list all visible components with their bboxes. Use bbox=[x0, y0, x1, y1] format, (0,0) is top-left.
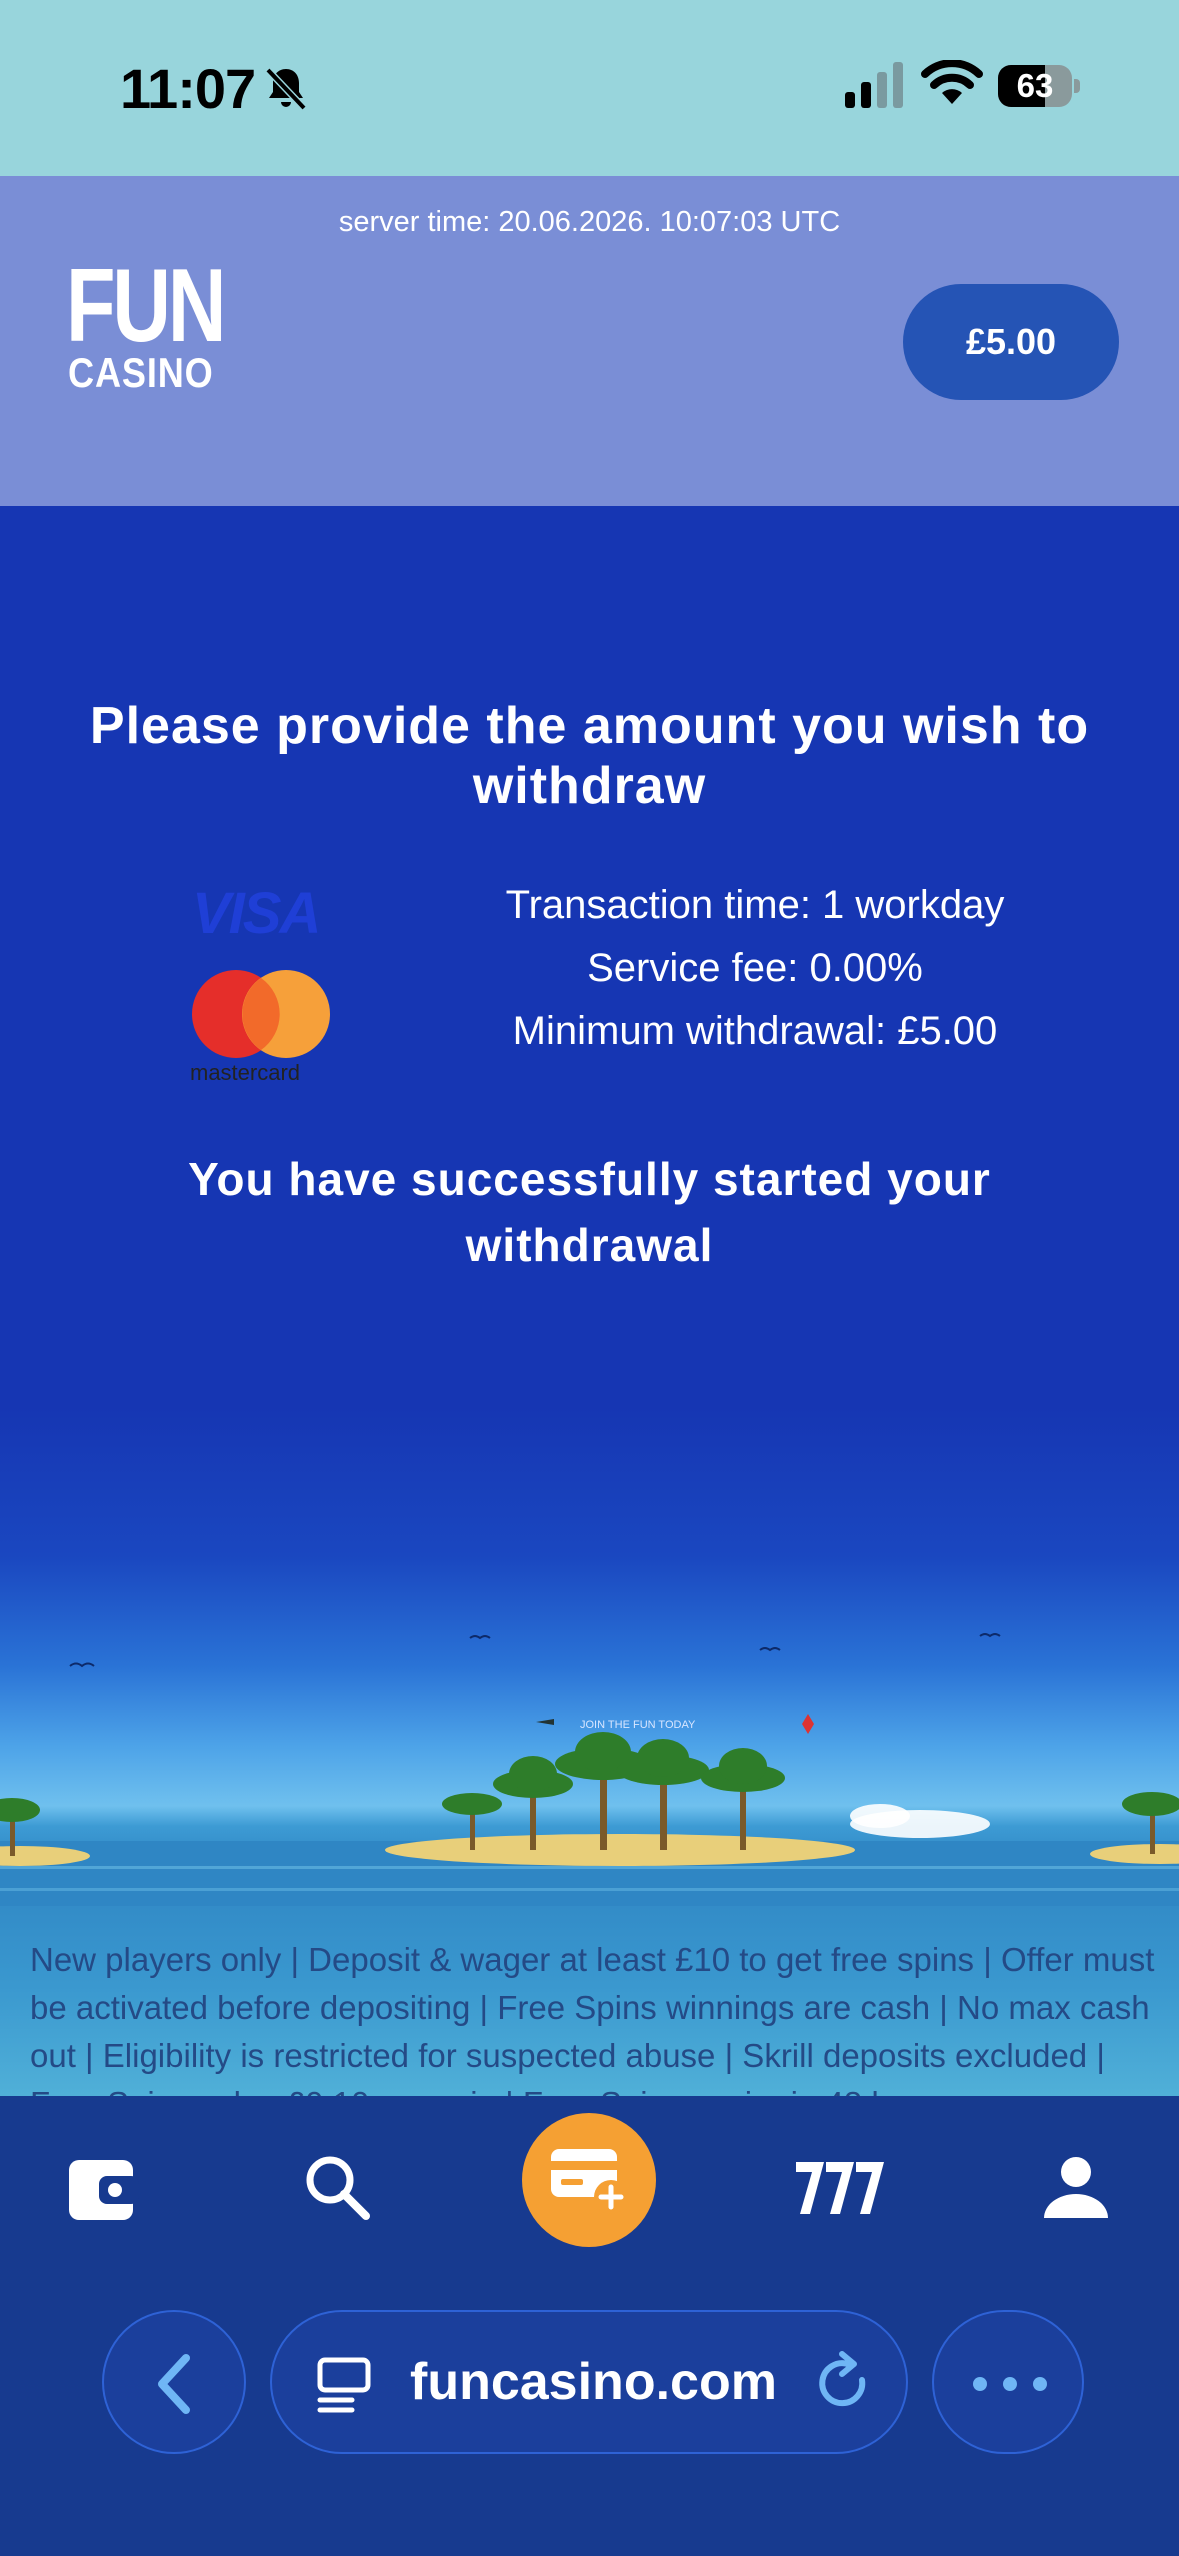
slots-777-icon[interactable] bbox=[790, 2148, 890, 2228]
success-message: You have successfully started your withd… bbox=[188, 1153, 991, 1271]
deposit-card-icon bbox=[551, 2149, 628, 2214]
browser-back-button[interactable] bbox=[102, 2310, 246, 2454]
withdraw-section: Please provide the amount you wish to wi… bbox=[0, 506, 1179, 2096]
search-icon[interactable] bbox=[298, 2148, 378, 2228]
deposit-button[interactable] bbox=[522, 2113, 656, 2247]
bottom-navigation: funcasino.com bbox=[0, 2096, 1179, 2556]
chevron-left-icon bbox=[158, 2354, 190, 2414]
browser-more-button[interactable] bbox=[932, 2310, 1084, 2454]
cellular-signal-icon bbox=[845, 62, 903, 108]
reload-icon[interactable] bbox=[812, 2350, 876, 2418]
site-header: server time: 20.06.2026. 10:07:03 UTC FU… bbox=[0, 176, 1179, 506]
minimum-withdrawal: Minimum withdrawal: £5.00 bbox=[512, 1009, 998, 1053]
plane-banner: JOIN THE FUN TODAY bbox=[580, 1719, 696, 1731]
logo-fun-text: FUN bbox=[66, 248, 226, 364]
logo-casino-text: CASINO bbox=[68, 349, 214, 396]
tropical-island-illustration: JOIN THE FUN TODAY bbox=[0, 1633, 1179, 1906]
url-text: funcasino.com bbox=[410, 2353, 777, 2411]
wifi-icon bbox=[921, 60, 983, 104]
server-time: server time: 20.06.2026. 10:07:03 UTC bbox=[338, 206, 841, 238]
status-bar: 11:07 63 bbox=[0, 0, 1179, 176]
withdraw-title: Please provide the amount you wish to wi… bbox=[89, 697, 1090, 815]
battery-level: 63 bbox=[1016, 67, 1054, 104]
battery-icon: 63 bbox=[998, 65, 1080, 107]
bell-muted-icon bbox=[265, 67, 307, 111]
transaction-time: Transaction time: 1 workday bbox=[505, 883, 1005, 927]
withdrawal-info: Transaction time: 1 workday Service fee:… bbox=[440, 874, 1070, 1063]
wallet-icon[interactable] bbox=[63, 2148, 143, 2228]
mastercard-logo bbox=[192, 970, 330, 1058]
mastercard-label: mastercard bbox=[190, 1060, 301, 1085]
fun-casino-logo[interactable]: FUN CASINO bbox=[66, 254, 236, 394]
status-time: 11:07 bbox=[120, 57, 256, 120]
payment-method-logos: VISA mastercard bbox=[180, 874, 340, 1085]
visa-logo: VISA bbox=[192, 881, 321, 946]
profile-icon[interactable] bbox=[1036, 2148, 1116, 2228]
balance-button[interactable]: £5.00 bbox=[903, 284, 1119, 400]
more-dots-icon bbox=[973, 2377, 1047, 2391]
service-fee: Service fee: 0.00% bbox=[587, 946, 923, 990]
promo-disclaimer: New players only | Deposit & wager at le… bbox=[30, 1941, 1155, 2096]
address-bar[interactable]: funcasino.com bbox=[270, 2310, 908, 2454]
tab-layout-icon[interactable] bbox=[312, 2352, 376, 2416]
